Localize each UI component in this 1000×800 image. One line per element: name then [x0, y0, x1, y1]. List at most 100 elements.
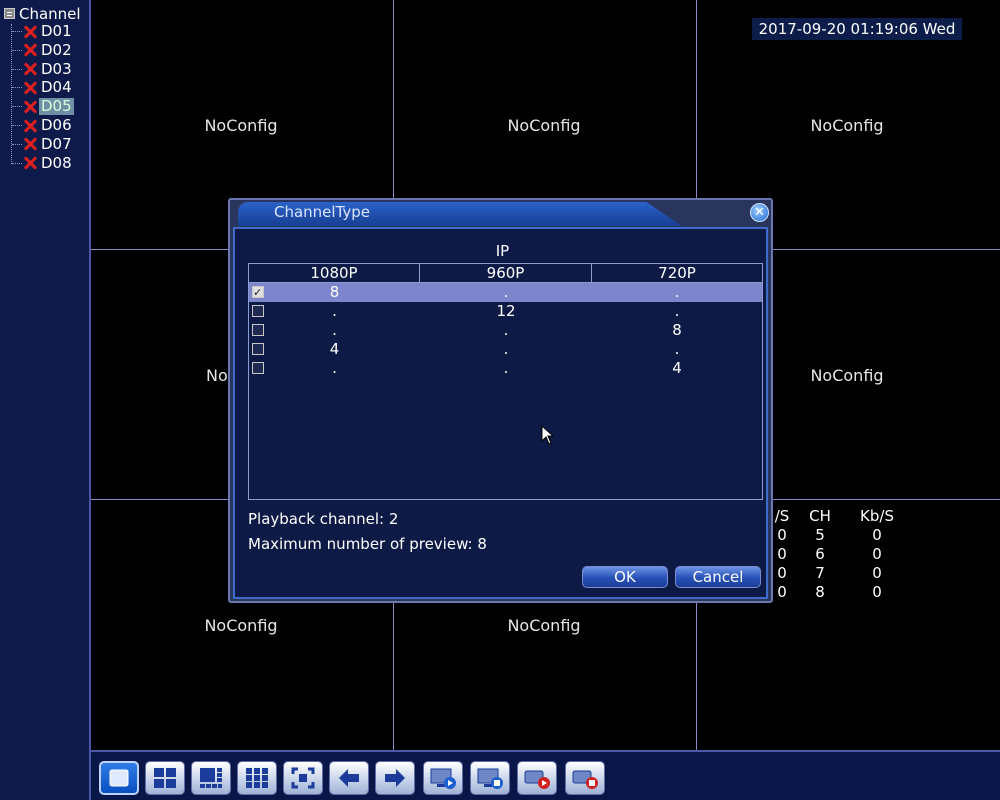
x-icon: [23, 81, 37, 95]
nine-view-icon: [238, 762, 276, 794]
fullscreen-icon: [284, 762, 322, 794]
cell-2-status: NoConfig: [507, 116, 581, 135]
channel-item-label: D01: [41, 22, 72, 40]
table-cell: .: [674, 302, 680, 320]
table-row[interactable]: 8..: [249, 283, 762, 302]
channel-item-label: D02: [41, 40, 72, 59]
x-icon: [23, 156, 37, 170]
channel-type-table: 1080P 960P 720P 8...12...84....4: [248, 263, 763, 500]
tree-branch: [12, 162, 22, 164]
table-cell: .: [332, 302, 337, 320]
table-cell: 8: [329, 283, 340, 301]
single-view-icon: [101, 763, 137, 793]
column-header-960p: 960P: [420, 264, 592, 283]
multi-view-button[interactable]: [191, 761, 231, 795]
channel-sidebar: Channel D01 D02 D03 D04 D05 D06 D07 D08: [0, 0, 91, 800]
table-row[interactable]: .. 8: [249, 321, 762, 340]
table-cell: .: [332, 359, 337, 377]
previous-icon: [330, 762, 368, 794]
stats-cell: 5: [815, 526, 825, 544]
cell-3-status: NoConfig: [810, 116, 884, 135]
channel-item-d07[interactable]: D07: [12, 135, 74, 154]
channel-tree-root[interactable]: Channel: [4, 4, 81, 23]
table-row[interactable]: . 12.: [249, 302, 762, 321]
table-cell: .: [503, 283, 509, 301]
channel-item-label: D03: [41, 59, 72, 78]
nine-view-button[interactable]: [237, 761, 277, 795]
fullscreen-button[interactable]: [283, 761, 323, 795]
cell-7-status: NoConfig: [204, 616, 278, 635]
table-cell: 4: [329, 340, 340, 358]
table-row[interactable]: .. 4: [249, 359, 762, 378]
record-start-button[interactable]: [517, 761, 557, 795]
tree-branch: [12, 87, 22, 89]
stats-header-kbs: Kb/S: [860, 507, 894, 525]
table-cell: .: [674, 340, 680, 358]
channel-item-label: D04: [41, 78, 72, 97]
stats-header-ch: CH: [809, 507, 831, 525]
channel-item-d08[interactable]: D08: [12, 154, 74, 173]
channel-item-d04[interactable]: D04: [12, 78, 74, 97]
x-icon: [23, 25, 37, 39]
next-button[interactable]: [375, 761, 415, 795]
channel-tree-root-label: Channel: [19, 4, 81, 23]
record-icon: [471, 762, 509, 794]
channel-item-d02[interactable]: D02: [12, 41, 74, 60]
cell-1-status: NoConfig: [204, 116, 278, 135]
table-cell: .: [674, 283, 680, 301]
table-row[interactable]: 4..: [249, 340, 762, 359]
channel-item-d01[interactable]: D01: [12, 22, 74, 41]
playback-icon: [424, 762, 462, 794]
column-header-720p: 720P: [592, 264, 762, 283]
tree-branch: [12, 125, 22, 126]
stats-cell: 0: [777, 564, 787, 582]
dialog-title: ChannelType: [274, 203, 371, 221]
ip-group-label: IP: [495, 242, 510, 260]
record-stop-button[interactable]: [565, 761, 605, 795]
table-cell: .: [503, 321, 509, 339]
stats-cell: 6: [815, 545, 825, 563]
channel-item-d06[interactable]: D06: [12, 116, 74, 135]
stats-cell: 0: [777, 583, 787, 601]
stats-cell: 8: [815, 583, 825, 601]
ok-button[interactable]: OK: [582, 566, 668, 588]
channel-item-label: D06: [41, 116, 72, 134]
cell-8-status: NoConfig: [507, 616, 581, 635]
table-cell: .: [503, 359, 509, 377]
stats-cell: 0: [777, 526, 787, 544]
close-icon[interactable]: ✕: [750, 203, 769, 222]
cancel-button[interactable]: Cancel: [675, 566, 761, 588]
channel-type-dialog: ChannelType ✕ IP 1080P 960P 720P 8...12.…: [228, 198, 773, 603]
stats-cell: 0: [872, 545, 882, 563]
playback-channel-label: Playback channel: 2: [248, 510, 399, 528]
cursor-icon: [541, 425, 555, 445]
table-cell: 12: [496, 302, 516, 320]
tree-branch: [12, 106, 22, 108]
table-cell: .: [332, 321, 337, 339]
channel-item-label: D07: [41, 134, 72, 153]
quad-view-icon: [146, 762, 184, 794]
stats-cell: 0: [777, 545, 787, 563]
playback-button[interactable]: [423, 761, 463, 795]
record-start-icon: [518, 762, 556, 794]
x-icon: [23, 100, 37, 114]
folder-icon: [4, 8, 15, 19]
cell-6-status: NoConfig: [810, 366, 884, 385]
record-button[interactable]: [470, 761, 510, 795]
channel-item-d03[interactable]: D03: [12, 60, 74, 79]
multi-view-icon: [192, 762, 230, 794]
channel-item-d05[interactable]: D05: [12, 97, 74, 116]
previous-button[interactable]: [329, 761, 369, 795]
x-icon: [23, 43, 37, 57]
record-stop-icon: [566, 762, 604, 794]
column-header-1080p: 1080P: [249, 264, 420, 283]
single-view-button[interactable]: [99, 761, 139, 795]
quad-view-button[interactable]: [145, 761, 185, 795]
stats-header-rate: /S: [774, 507, 790, 525]
max-preview-label: Maximum number of preview: 8: [248, 535, 487, 553]
stats-cell: 0: [872, 526, 882, 544]
x-icon: [23, 119, 37, 133]
x-icon: [23, 62, 37, 76]
channel-item-label: D05: [39, 97, 74, 116]
stats-cell: 0: [872, 564, 882, 582]
